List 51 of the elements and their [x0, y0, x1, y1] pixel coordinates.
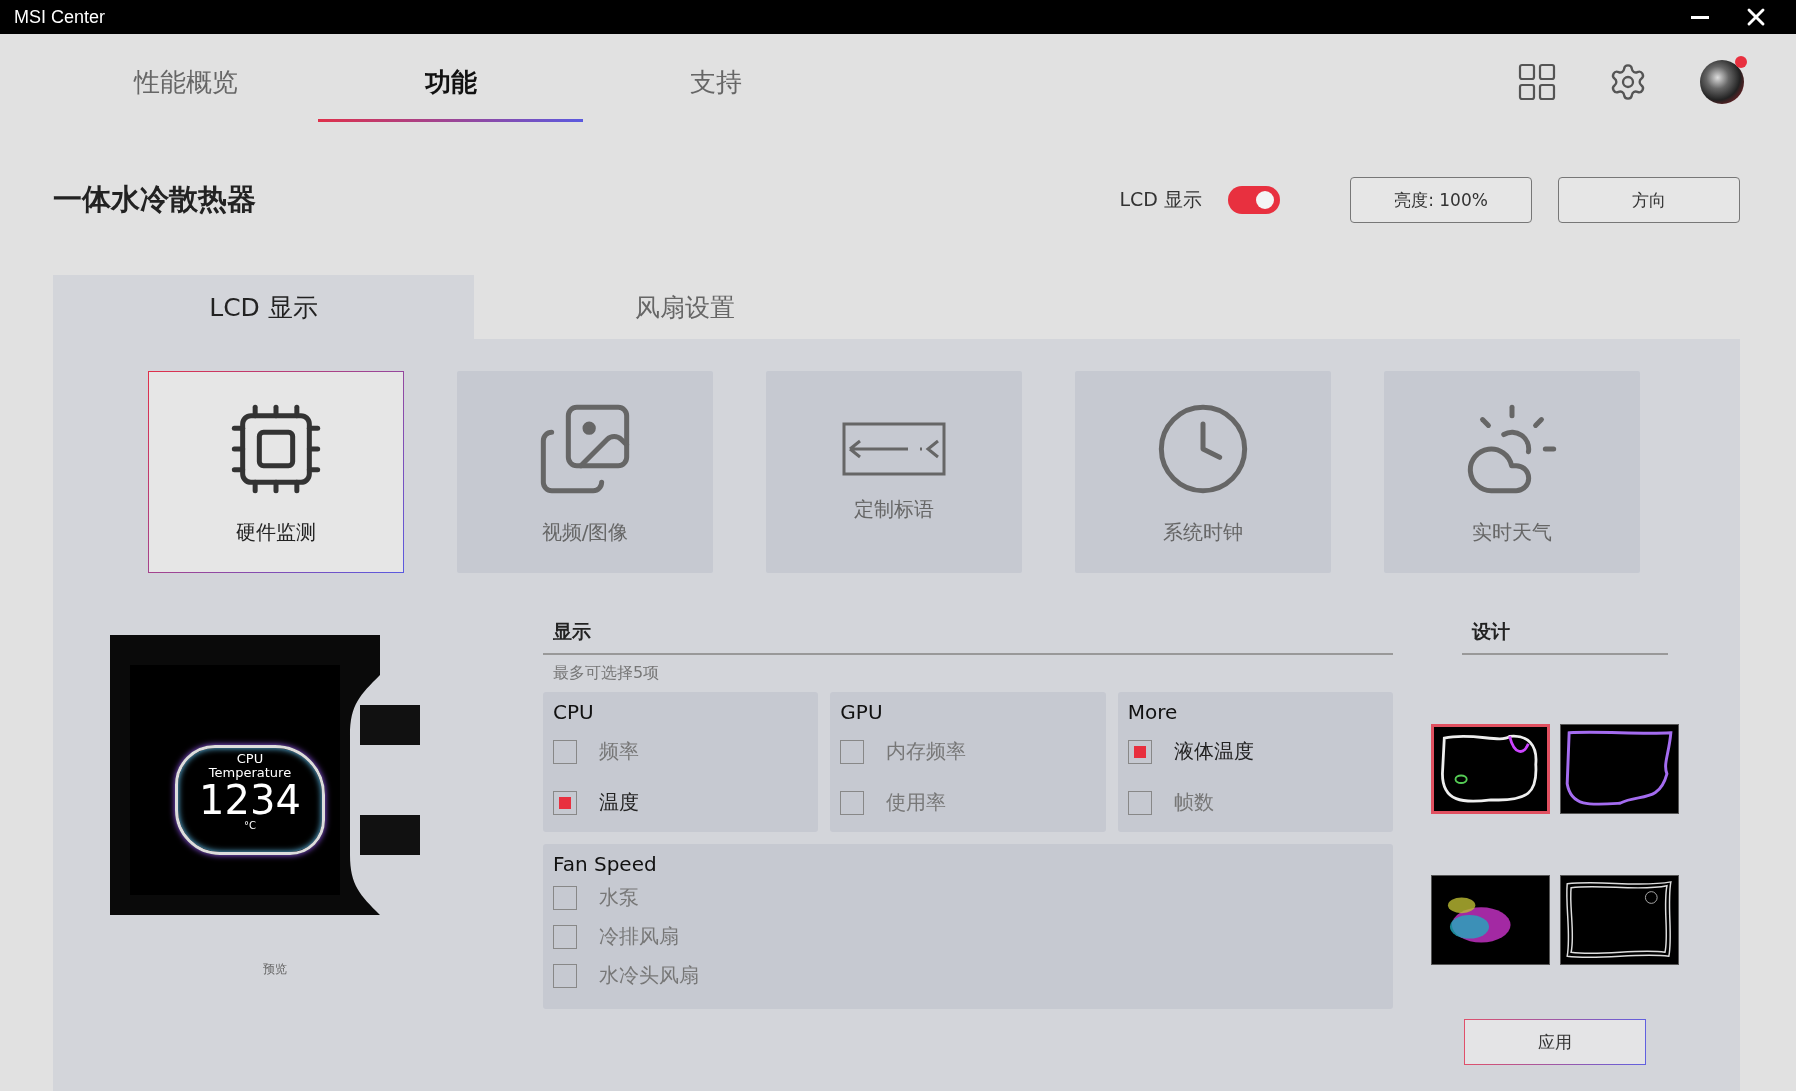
sub-tab[interactable]: 风扇设置 [474, 275, 895, 339]
mode-card[interactable]: 实时天气 [1384, 371, 1640, 573]
theme-thumbnail[interactable] [1560, 724, 1679, 814]
option-group: More 液体温度 帧数 [1117, 692, 1393, 832]
apps-button[interactable] [1518, 63, 1556, 101]
section-heading: 显示 [543, 619, 1393, 655]
checkbox-label: 温度 [599, 789, 639, 816]
brightness-button[interactable]: 亮度: 100% [1350, 177, 1532, 223]
section-heading: 设计 [1462, 619, 1668, 655]
checkbox-label: 液体温度 [1173, 738, 1254, 765]
checkbox-label: 帧数 [1173, 789, 1214, 816]
option-group: GPU 内存频率 使用率 [830, 692, 1106, 832]
grid-icon [1518, 63, 1556, 101]
nav-tab[interactable]: 支持 [583, 46, 848, 122]
window-title: MSI Center [14, 6, 107, 28]
mode-card[interactable]: 定制标语 [766, 371, 1022, 573]
toggle-label: LCD 显示 [1119, 187, 1202, 212]
option-group: Fan Speed 水泵 冷排风扇 水冷头风扇 [543, 844, 1393, 1009]
checkbox-label: 水泵 [599, 884, 639, 911]
theme-thumbnail[interactable] [1431, 875, 1550, 965]
checkbox[interactable] [553, 790, 577, 815]
checkbox[interactable] [1127, 790, 1152, 815]
notification-dot [1735, 56, 1747, 68]
nav-tab[interactable]: 性能概览 [53, 46, 318, 122]
checkbox-label: 水冷头风扇 [599, 962, 699, 989]
mode-card[interactable]: 视频/图像 [457, 371, 713, 573]
checkbox[interactable] [553, 963, 577, 988]
mode-card[interactable]: 硬件监测 [148, 371, 404, 573]
page-title: 一体水冷散热器 [53, 181, 257, 218]
checkbox[interactable] [553, 924, 577, 949]
checkbox[interactable] [1127, 739, 1152, 764]
checkbox[interactable] [553, 885, 577, 910]
nav-tab[interactable]: 功能 [318, 46, 583, 122]
sub-tab[interactable]: LCD 显示 [53, 275, 474, 339]
hint-text: 最多可选择5项 [552, 662, 661, 684]
checkbox-label: 冷排风扇 [599, 923, 679, 950]
checkbox-label: 频率 [599, 738, 639, 765]
theme-thumbnail[interactable] [1431, 724, 1550, 814]
mode-card[interactable]: 系统时钟 [1075, 371, 1331, 573]
checkbox[interactable] [553, 739, 577, 764]
preview-caption: 预览 [263, 961, 287, 978]
checkbox-label: 使用率 [886, 789, 947, 816]
checkbox-label: 内存频率 [886, 738, 967, 765]
minimize-icon [1691, 15, 1709, 19]
orientation-button[interactable]: 方向 [1558, 177, 1740, 223]
checkbox[interactable] [840, 790, 865, 815]
apply-button[interactable]: 应用 [1464, 1019, 1646, 1065]
checkbox[interactable] [840, 739, 865, 764]
theme-thumbnail[interactable] [1560, 875, 1679, 965]
option-group: CPU 频率 温度 [543, 692, 819, 832]
lcd-toggle[interactable] [1228, 186, 1280, 214]
